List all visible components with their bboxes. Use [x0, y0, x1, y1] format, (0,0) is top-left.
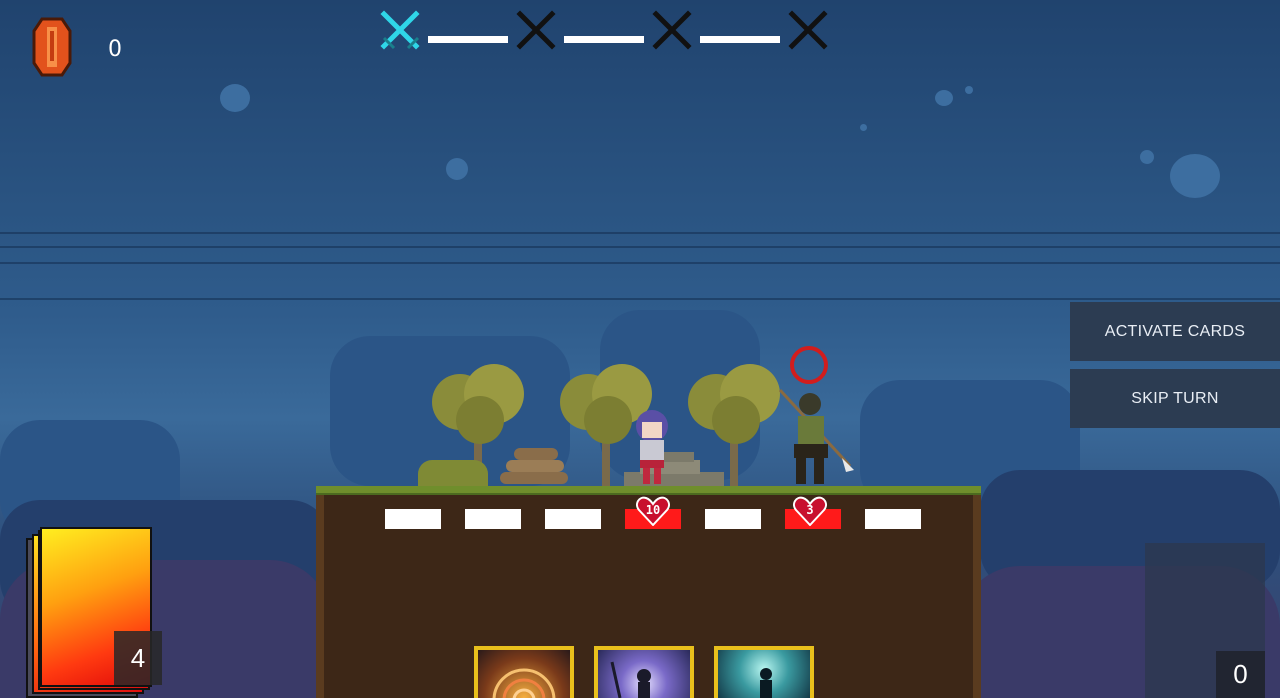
lane-slot[interactable]	[705, 509, 761, 529]
enemy-character[interactable]	[776, 386, 856, 486]
vortex-icon	[492, 668, 556, 698]
wanderer-silhouette-icon	[760, 668, 772, 698]
crossed-swords-icon	[786, 8, 832, 54]
lane-slot[interactable]	[545, 509, 601, 529]
sky-band	[0, 262, 1280, 264]
gem-icon	[32, 17, 72, 77]
mage-silhouette-icon	[610, 661, 651, 698]
star	[220, 84, 250, 112]
sky-band	[0, 246, 1280, 248]
stage-connector	[700, 36, 780, 43]
skip-turn-button[interactable]: SKIP TURN	[1070, 369, 1280, 428]
stage-connector	[564, 36, 644, 43]
target-indicator	[790, 346, 828, 384]
platform-edge	[973, 495, 981, 698]
star	[446, 158, 468, 180]
star	[1140, 150, 1154, 164]
star	[935, 90, 953, 106]
sky-band	[0, 232, 1280, 234]
bush	[418, 460, 488, 486]
lane-slot[interactable]	[865, 509, 921, 529]
star	[1170, 154, 1220, 198]
star	[860, 124, 867, 131]
crossed-swords-icon	[650, 8, 696, 54]
crossed-swords-icon	[378, 8, 424, 54]
hand-card[interactable]	[594, 646, 694, 698]
activate-cards-button[interactable]: ACTIVATE CARDS	[1070, 302, 1280, 361]
lane-slot[interactable]	[385, 509, 441, 529]
gem-count: 0	[108, 37, 122, 62]
player-character[interactable]	[630, 408, 674, 486]
platform-edge	[316, 495, 324, 698]
deck-count: 4	[114, 631, 162, 685]
crossed-swords-icon	[514, 8, 560, 54]
stage-connector	[428, 36, 508, 43]
hand-card[interactable]	[474, 646, 574, 698]
player-hp: 10	[645, 503, 661, 517]
stage-progress	[378, 8, 834, 54]
hand-card[interactable]	[714, 646, 814, 698]
discard-count: 0	[1216, 651, 1265, 698]
sky-band	[0, 298, 1280, 300]
log-pile	[498, 446, 570, 486]
platform-grass	[316, 486, 981, 495]
enemy-hp: 3	[806, 503, 814, 517]
lane-slot[interactable]	[465, 509, 521, 529]
star	[965, 86, 973, 94]
